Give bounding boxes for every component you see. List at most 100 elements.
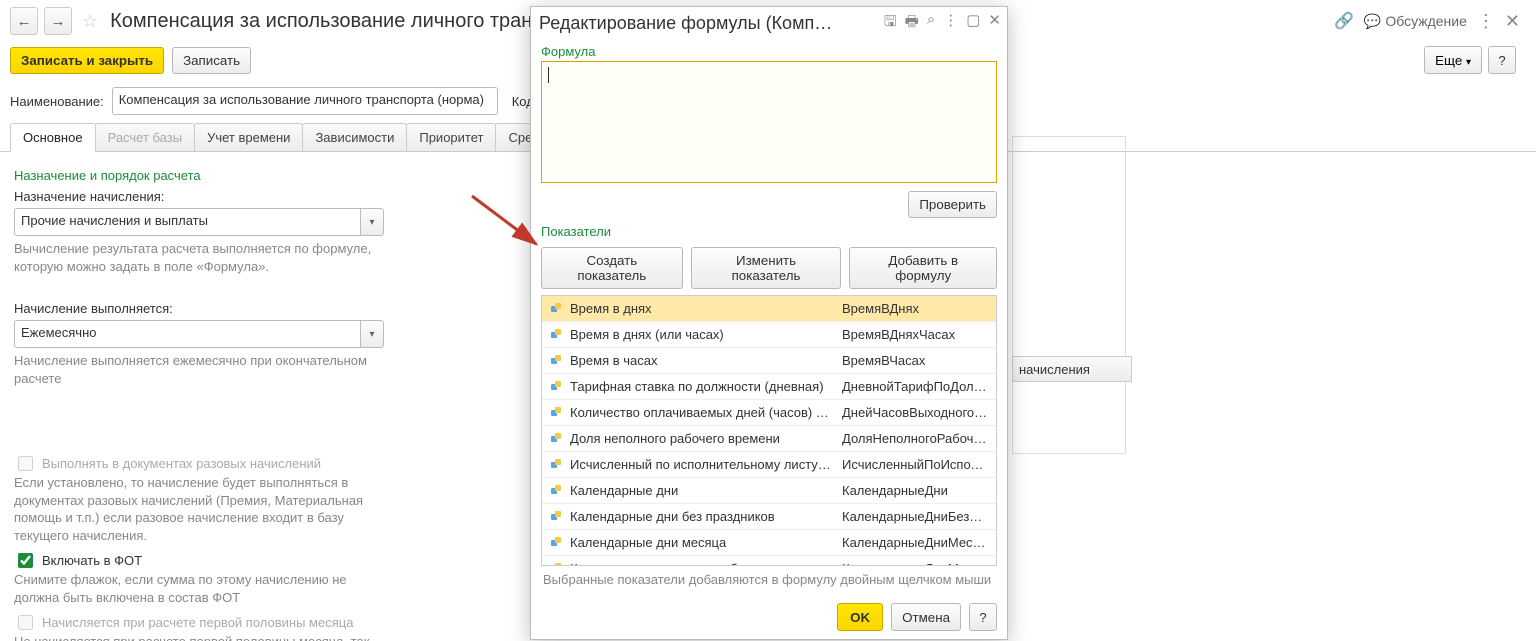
print-icon[interactable]: 🖶 bbox=[905, 11, 919, 36]
indicator-name: Календарные дни bbox=[570, 483, 842, 498]
table-row[interactable]: Календарные дни без праздниковКалендарны… bbox=[542, 504, 996, 530]
add-to-formula-button[interactable]: Добавить в формулу bbox=[849, 247, 997, 289]
edit-indicator-button[interactable]: Изменить показатель bbox=[691, 247, 842, 289]
create-indicator-button[interactable]: Создать показатель bbox=[541, 247, 683, 289]
discuss-label: Обсуждение bbox=[1385, 13, 1467, 29]
indicators-table[interactable]: Время в дняхВремяВДняхВремя в днях (или … bbox=[541, 295, 997, 566]
indicator-name: Календарные дни без праздников bbox=[570, 509, 842, 524]
indicator-name: Время в днях bbox=[570, 301, 842, 316]
check-button[interactable]: Проверить bbox=[908, 191, 997, 218]
footer-note: Выбранные показатели добавляются в форму… bbox=[541, 566, 997, 595]
table-row[interactable]: Доля неполного рабочего времениДоляНепол… bbox=[542, 426, 996, 452]
page-title: Компенсация за использование личного тра… bbox=[110, 10, 595, 33]
kebab-icon[interactable]: ⋮ bbox=[943, 11, 958, 36]
indicator-icon bbox=[542, 459, 570, 470]
indicator-name: Календарные дни месяца без праздников bbox=[570, 561, 842, 566]
table-row[interactable]: Время в дняхВремяВДнях bbox=[542, 296, 996, 322]
assign-dropdown-button[interactable]: ▾ bbox=[360, 208, 384, 236]
indicator-icon bbox=[542, 381, 570, 392]
chat-icon: 💬 bbox=[1364, 13, 1381, 30]
table-row[interactable]: Тарифная ставка по должности (дневная)Дн… bbox=[542, 374, 996, 400]
exec-field[interactable]: Ежемесячно bbox=[14, 320, 360, 348]
indicator-icon bbox=[542, 407, 570, 418]
indicator-code: КалендарныеДниМесяца bbox=[842, 561, 996, 566]
cancel-button[interactable]: Отмена bbox=[891, 603, 961, 631]
indicator-icon bbox=[542, 433, 570, 444]
indicator-code: ДневнойТарифПоДолжно bbox=[842, 379, 996, 394]
chk-fot[interactable] bbox=[18, 553, 33, 568]
indicator-name: Доля неполного рабочего времени bbox=[570, 431, 842, 446]
tab-main[interactable]: Основное bbox=[10, 123, 96, 152]
indicator-icon bbox=[542, 355, 570, 366]
more-button[interactable]: Еще ▾ bbox=[1424, 46, 1482, 74]
ok-button[interactable]: OK bbox=[837, 603, 883, 631]
indicator-icon bbox=[542, 303, 570, 314]
indicator-name: Время в днях (или часах) bbox=[570, 327, 842, 342]
close-icon[interactable]: ✕ bbox=[1505, 11, 1520, 32]
table-row[interactable]: Время в днях (или часах)ВремяВДняхЧасах bbox=[542, 322, 996, 348]
indicator-code: ВремяВДняхЧасах bbox=[842, 327, 996, 342]
chk-single-docs bbox=[18, 456, 33, 471]
indicator-code: ДоляНеполногоРабочего bbox=[842, 431, 996, 446]
tab-deps[interactable]: Зависимости bbox=[302, 123, 407, 151]
save-button[interactable]: Записать bbox=[172, 47, 251, 74]
help-button[interactable]: ? bbox=[1488, 46, 1516, 74]
indicator-name: Календарные дни месяца bbox=[570, 535, 842, 550]
maximize-icon[interactable]: ▢ bbox=[966, 11, 980, 36]
indicator-name: Тарифная ставка по должности (дневная) bbox=[570, 379, 842, 394]
indicator-code: ИсчисленныйПоИсполни bbox=[842, 457, 996, 472]
back-button[interactable]: ← bbox=[10, 7, 38, 35]
formula-dialog: Редактирование формулы (Компенса… 🖫 🖶 ⌕ … bbox=[530, 6, 1008, 640]
preview-icon[interactable]: ⌕ bbox=[927, 11, 935, 36]
formula-input[interactable] bbox=[541, 61, 997, 183]
tab-time[interactable]: Учет времени bbox=[194, 123, 303, 151]
indicator-code: КалендарныеДниБезПра bbox=[842, 509, 996, 524]
indicator-name: Исчисленный по исполнительному листу НДФ… bbox=[570, 457, 842, 472]
chk3-help: Не начисляется при расчете первой полови… bbox=[14, 633, 384, 641]
forward-button[interactable]: → bbox=[44, 7, 72, 35]
indicator-icon bbox=[542, 329, 570, 340]
name-label: Наименование: bbox=[10, 94, 104, 109]
dialog-close-icon[interactable]: ✕ bbox=[988, 11, 1001, 36]
table-row[interactable]: Количество оплачиваемых дней (часов) вых… bbox=[542, 400, 996, 426]
indicator-code: ВремяВДнях bbox=[842, 301, 996, 316]
indicator-icon bbox=[542, 511, 570, 522]
chevron-down-icon: ▾ bbox=[1466, 57, 1471, 68]
chk1-help: Если установлено, то начисление будет вы… bbox=[14, 474, 384, 544]
indicator-icon bbox=[542, 537, 570, 548]
assign-field[interactable]: Прочие начисления и выплаты bbox=[14, 208, 360, 236]
more-label: Еще bbox=[1435, 53, 1462, 68]
indicators-label: Показатели bbox=[541, 224, 997, 239]
save-icon[interactable]: 🖫 bbox=[884, 11, 897, 36]
name-field[interactable]: Компенсация за использование личного тра… bbox=[112, 87, 498, 115]
exec-help: Начисление выполняется ежемесячно при ок… bbox=[14, 352, 384, 387]
exec-dropdown-button[interactable]: ▾ bbox=[360, 320, 384, 348]
indicator-icon bbox=[542, 563, 570, 566]
chk-first-half-label: Начисляется при расчете первой половины … bbox=[42, 615, 353, 630]
indicator-name: Время в часах bbox=[570, 353, 842, 368]
tab-base[interactable]: Расчет базы bbox=[95, 123, 196, 151]
save-close-button[interactable]: Записать и закрыть bbox=[10, 47, 164, 74]
chk-first-half bbox=[18, 615, 33, 630]
formula-label: Формула bbox=[541, 44, 997, 59]
chk-single-docs-label: Выполнять в документах разовых начислени… bbox=[42, 456, 321, 471]
indicator-code: КалендарныеДни bbox=[842, 483, 996, 498]
side-panel-header: начисления bbox=[1012, 356, 1132, 382]
table-row[interactable]: Календарные дни месяцаКалендарныеДниМеся… bbox=[542, 530, 996, 556]
dialog-help-button[interactable]: ? bbox=[969, 603, 997, 631]
table-row[interactable]: Исчисленный по исполнительному листу НДФ… bbox=[542, 452, 996, 478]
table-row[interactable]: Время в часахВремяВЧасах bbox=[542, 348, 996, 374]
table-row[interactable]: Календарные дни месяца без праздниковКал… bbox=[542, 556, 996, 566]
table-row[interactable]: Календарные дниКалендарныеДни bbox=[542, 478, 996, 504]
chk-fot-label: Включать в ФОТ bbox=[42, 553, 142, 568]
kebab-menu[interactable]: ⋮ bbox=[1477, 11, 1495, 32]
indicator-code: ДнейЧасовВыходногоПо bbox=[842, 405, 996, 420]
dialog-title: Редактирование формулы (Компенса… bbox=[539, 13, 839, 34]
discuss-button[interactable]: 💬 Обсуждение bbox=[1364, 13, 1467, 30]
link-icon[interactable]: 🔗 bbox=[1334, 11, 1354, 31]
tab-priority[interactable]: Приоритет bbox=[406, 123, 496, 151]
indicator-code: ВремяВЧасах bbox=[842, 353, 996, 368]
indicator-code: КалендарныеДниМесяца bbox=[842, 535, 996, 550]
side-panel bbox=[1012, 136, 1126, 454]
favorite-icon[interactable]: ☆ bbox=[82, 11, 98, 32]
